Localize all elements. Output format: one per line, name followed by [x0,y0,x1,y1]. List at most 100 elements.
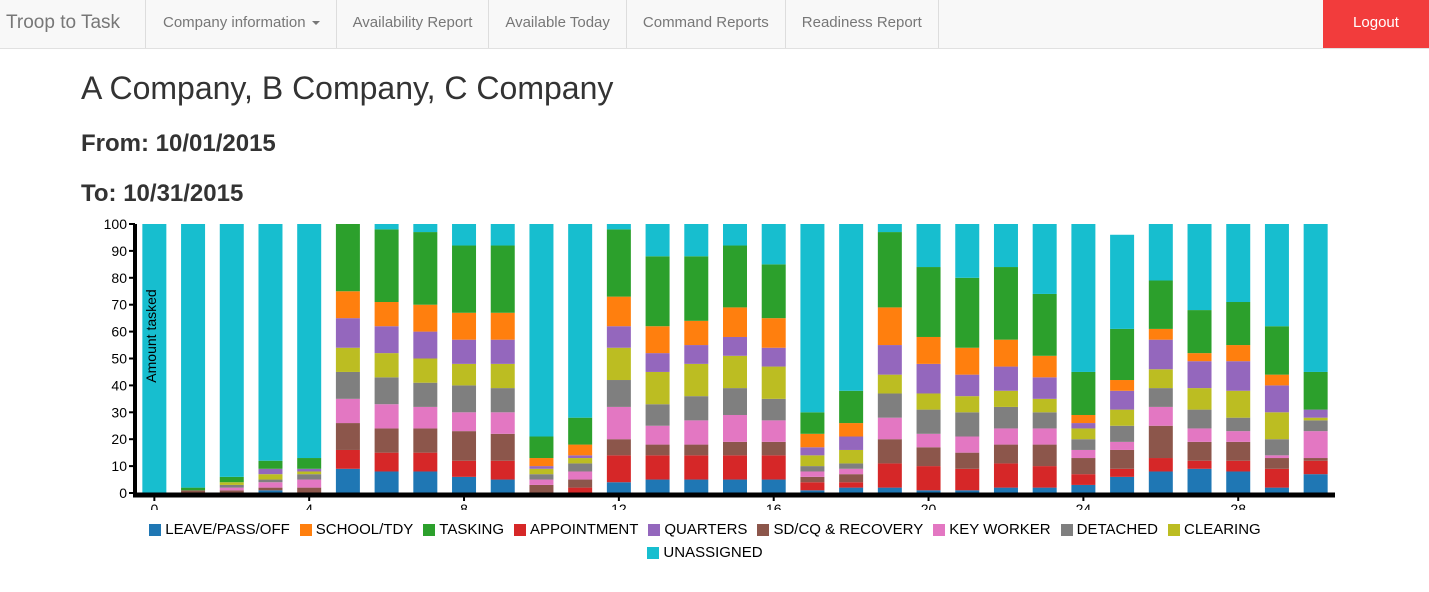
bar-segment [1148,280,1173,329]
y-tick-label: 50 [111,351,127,367]
nav-company-information[interactable]: Company information [147,0,337,48]
bar-segment [219,224,244,477]
bar-segment [568,444,593,456]
bar-segment [684,479,709,493]
nav-readiness-report[interactable]: Readiness Report [786,0,939,48]
bar-segment [877,307,902,346]
bar-segment [761,398,786,421]
nav-command-reports[interactable]: Command Reports [627,0,786,48]
bar-segment [645,479,670,493]
bar-segment [452,431,477,461]
nav-menu: Company information Availability Report … [147,0,939,48]
bar-segment [993,339,1018,367]
bar-segment [684,345,709,364]
bar-segment [723,479,747,493]
legend-label: SD/CQ & RECOVERY [773,521,924,538]
bar-segment [684,363,709,397]
bar-segment [181,224,206,488]
bar-segment [993,224,1018,268]
y-tick-label: 70 [111,297,127,313]
legend-swatch [299,523,312,536]
bar-segment [877,345,902,375]
bar-segment [800,476,825,483]
stacked-bar-chart: 0 10 20 30 40 50 60 70 80 90 100 0 4 8 12 16 20 24 28 Amoun… [104,216,1335,510]
bar-segment [993,463,1018,488]
bar-segment [1071,458,1096,475]
bar-segment [877,487,902,493]
bar-segment [374,302,399,327]
bar-segment [490,312,515,340]
legend-item: TASKING [423,520,504,539]
bar-segment [1032,487,1057,493]
bar-segment [839,474,864,483]
bar-segment [645,404,670,426]
bar-segment [297,458,322,469]
bar-segment [1110,380,1135,391]
page-title: A Company, B Company, C Company [81,70,614,106]
bar-segment [1110,441,1135,450]
brand-link[interactable]: Troop to Task [0,0,146,48]
y-tick-label: 30 [111,404,127,420]
bar-segment [413,452,438,472]
bar-segment [955,452,980,469]
bar-segment [916,336,941,364]
bar-segment [490,224,515,246]
legend-item: SD/CQ & RECOVERY [757,520,923,539]
bar-segment [1032,224,1057,294]
bar-segment [1303,431,1328,459]
bar-segment [761,347,786,367]
bar-segment [839,224,864,391]
bar-segment [645,455,670,480]
bar-segment [916,393,941,410]
bar-segment [684,320,709,346]
bar-segment [645,353,670,372]
bar-segment [568,417,593,445]
bar-segment [413,331,438,359]
bar-segment [1187,310,1212,354]
bar-segment [839,390,864,424]
bar-segment [374,353,399,378]
bar-segment [839,463,864,469]
legend-label: DETACHED [1076,521,1159,538]
y-tick-label: 80 [111,270,127,286]
bar-segment [1264,374,1289,386]
bar-segment [452,224,477,246]
bar-segment [645,326,670,354]
bar-segment [1264,412,1289,440]
legend-label: UNASSIGNED [663,544,763,561]
bar-segment [723,336,747,356]
legend-swatch [933,523,946,536]
bar-segment [258,479,283,483]
bar-segment [955,412,980,437]
bar-segment [297,471,322,475]
bar-segment [993,428,1018,445]
bar-segment [1071,414,1096,424]
bar-segment [1071,423,1096,429]
bar-segment [1303,224,1328,372]
bar-segment [1303,474,1328,493]
bar-segment [1226,390,1251,418]
bar-segment [1226,302,1251,346]
bar-segment [1032,444,1057,467]
y-tick-label: 60 [111,324,127,340]
nav-available-today[interactable]: Available Today [489,0,627,48]
bar-segment [1226,361,1251,391]
y-tick-label: 100 [104,216,128,232]
bar-segment [374,224,399,230]
bar-segment [916,433,941,448]
bar-segment [452,385,477,413]
bar-segment [839,436,864,450]
bar-segment [606,229,631,297]
nav-availability-report[interactable]: Availability Report [337,0,490,48]
bar-segment [297,474,322,480]
bar-segment [800,482,825,491]
bar-segment [1264,326,1289,375]
bar-segment [1110,409,1135,426]
logout-button[interactable]: Logout [1323,0,1429,48]
bar-segment [490,412,515,434]
bar-segment [955,374,980,397]
bar-segment [684,256,709,321]
caret-down-icon [311,21,320,26]
bar-segment [258,460,283,469]
bar-segment [181,487,206,491]
